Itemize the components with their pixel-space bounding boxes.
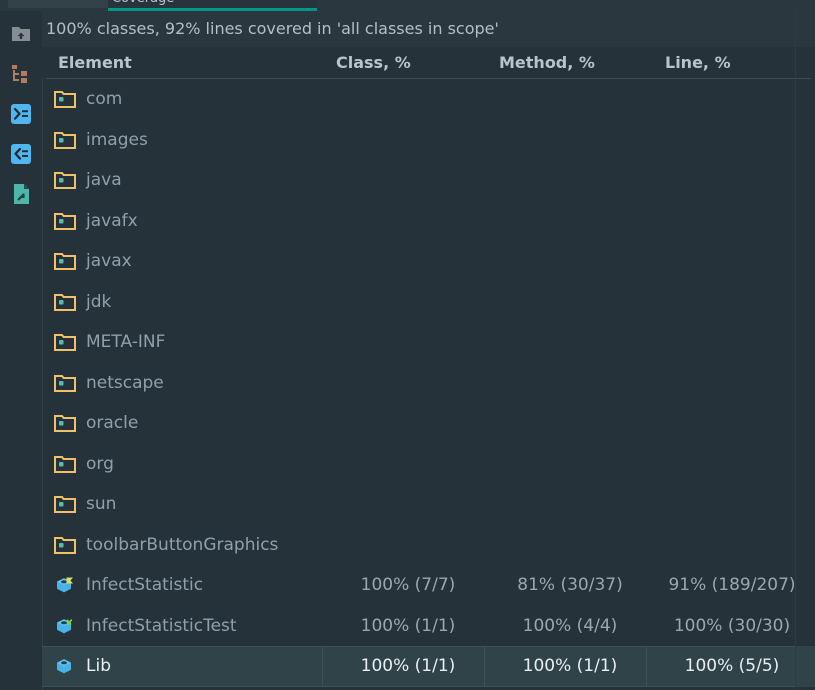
row-method-percent xyxy=(494,120,646,161)
tab-strip: Coverage xyxy=(0,0,815,11)
column-header-element[interactable]: Element xyxy=(58,47,132,79)
row-element-name: javafx xyxy=(86,210,138,231)
row-class-percent xyxy=(332,241,484,282)
row-line-percent xyxy=(656,79,808,120)
row-element-name: javax xyxy=(86,251,132,271)
table-row[interactable]: netscape xyxy=(42,363,815,404)
expand-all-icon[interactable] xyxy=(9,102,33,126)
row-class-percent xyxy=(332,322,484,363)
row-method-percent: 100% (4/4) xyxy=(522,615,618,636)
collapse-all-icon[interactable] xyxy=(9,142,33,166)
tab-inactive-area xyxy=(8,0,108,8)
row-class-percent xyxy=(332,484,484,525)
row-line-percent xyxy=(656,484,808,525)
column-header-class[interactable]: Class, % xyxy=(336,47,411,79)
row-line-percent xyxy=(656,160,808,201)
row-element-name: org xyxy=(86,453,114,474)
coverage-tool-window: Coverage xyxy=(0,0,815,690)
cell-divider xyxy=(646,646,647,687)
row-class-percent: 100% (1/1) xyxy=(360,656,456,676)
row-class-percent xyxy=(332,79,484,120)
table-row[interactable]: jdk xyxy=(42,282,815,323)
row-line-percent xyxy=(656,282,808,323)
row-line-percent: 91% (189/207) xyxy=(668,575,796,595)
row-class-percent xyxy=(332,403,484,444)
row-element-name: images xyxy=(86,129,148,150)
row-line-percent xyxy=(656,322,808,363)
table-row[interactable]: images xyxy=(42,120,815,161)
row-method-percent xyxy=(494,79,646,120)
column-header-method[interactable]: Method, % xyxy=(499,47,595,79)
row-method-percent xyxy=(494,403,646,444)
coverage-summary-text: 100% classes, 92% lines covered in 'all … xyxy=(42,11,815,47)
row-element-name: META-INF xyxy=(86,332,166,352)
row-element-name: sun xyxy=(86,494,117,514)
row-class-percent: 100% (1/1) xyxy=(360,615,456,636)
table-row[interactable]: org xyxy=(42,444,815,485)
row-method-percent xyxy=(494,241,646,282)
row-class-percent: 100% (7/7) xyxy=(360,575,456,595)
row-line-percent xyxy=(656,120,808,161)
row-class-percent xyxy=(332,282,484,323)
row-element-name: Lib xyxy=(86,656,111,676)
row-class-percent xyxy=(332,363,484,404)
row-class-percent xyxy=(332,444,484,485)
row-class-percent xyxy=(332,120,484,161)
table-row[interactable]: META-INF xyxy=(42,322,815,363)
row-method-percent: 100% (1/1) xyxy=(522,656,618,676)
row-method-percent xyxy=(494,484,646,525)
coverage-table-body[interactable]: com images java javafx javax jdk META-INF netsc… xyxy=(42,79,815,690)
row-element-name: netscape xyxy=(86,372,164,393)
table-row[interactable]: oracle xyxy=(42,403,815,444)
row-element-name: InfectStatisticTest xyxy=(86,615,237,636)
row-line-percent: 100% (30/30) xyxy=(673,615,791,636)
row-class-percent xyxy=(332,160,484,201)
table-row[interactable]: toolbarButtonGraphics xyxy=(42,525,815,566)
row-class-percent xyxy=(332,201,484,242)
row-method-percent xyxy=(494,444,646,485)
go-up-folder-icon[interactable] xyxy=(9,22,33,46)
row-class-percent xyxy=(332,525,484,566)
row-element-name: jdk xyxy=(86,291,112,312)
row-element-name: oracle xyxy=(86,413,139,433)
row-element-name: toolbarButtonGraphics xyxy=(86,534,279,555)
table-row[interactable]: InfectStatistic 100% (7/7) 81% (30/37) 91% … xyxy=(42,565,815,606)
row-line-percent xyxy=(656,363,808,404)
row-element-name: com xyxy=(86,89,123,109)
row-method-percent xyxy=(494,201,646,242)
row-method-percent xyxy=(494,322,646,363)
coverage-panel: 100% classes, 92% lines covered in 'all … xyxy=(42,11,815,690)
table-row[interactable]: InfectStatisticTest 100% (1/1) 100% (4/4) 1… xyxy=(42,606,815,647)
table-row[interactable]: Lib 100% (1/1) 100% (1/1) 100% (5/5) xyxy=(42,646,815,687)
table-row[interactable]: javafx xyxy=(42,201,815,242)
table-row[interactable]: sun xyxy=(42,484,815,525)
row-method-percent: 81% (30/37) xyxy=(517,575,623,595)
row-method-percent xyxy=(494,282,646,323)
row-line-percent xyxy=(656,241,808,282)
row-line-percent xyxy=(656,403,808,444)
row-method-percent xyxy=(494,160,646,201)
row-line-percent: 100% (5/5) xyxy=(684,656,780,676)
generate-report-icon[interactable] xyxy=(9,182,33,206)
flatten-packages-icon[interactable] xyxy=(9,62,33,86)
table-header: Element Class, % Method, % Line, % xyxy=(42,47,815,79)
row-method-percent xyxy=(494,525,646,566)
row-line-percent xyxy=(656,201,808,242)
table-row[interactable]: java xyxy=(42,160,815,201)
column-header-line[interactable]: Line, % xyxy=(665,47,731,79)
table-row[interactable]: com xyxy=(42,79,815,120)
row-line-percent xyxy=(656,444,808,485)
row-line-percent xyxy=(656,525,808,566)
row-element-name: InfectStatistic xyxy=(86,575,204,595)
row-method-percent xyxy=(494,363,646,404)
cell-divider xyxy=(322,646,323,687)
table-row[interactable]: javax xyxy=(42,241,815,282)
coverage-toolbar xyxy=(0,11,42,690)
table-right-divider xyxy=(795,11,796,690)
row-element-name: java xyxy=(86,170,122,190)
cell-divider xyxy=(484,646,485,687)
tab-strip-filler xyxy=(317,0,815,8)
